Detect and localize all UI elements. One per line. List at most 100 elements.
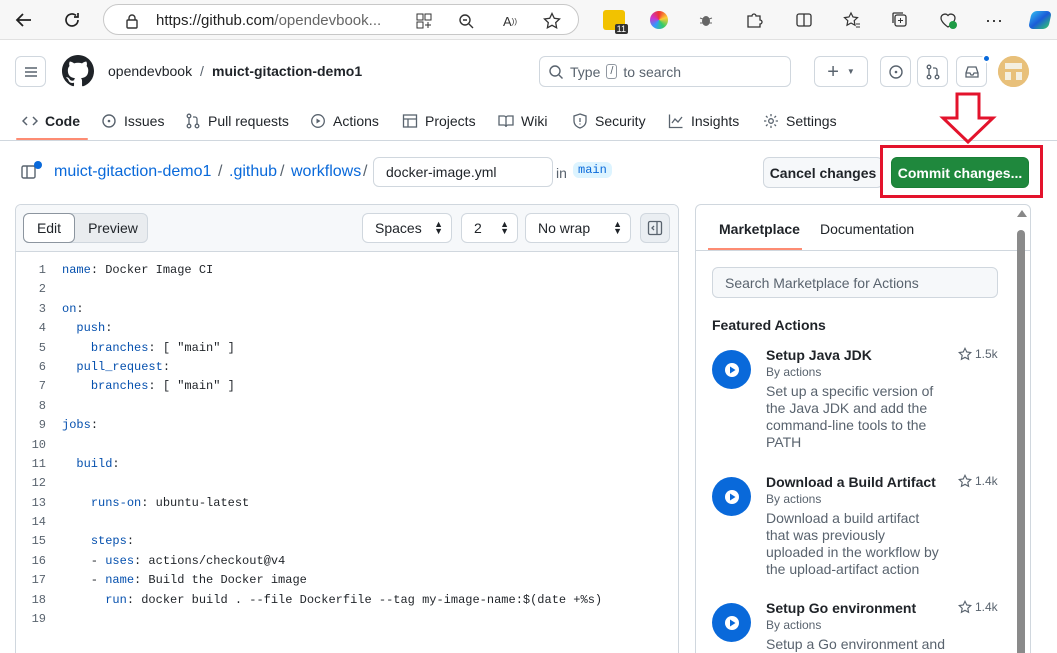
action-stars: 1.4k <box>958 600 998 614</box>
browser-essentials-icon[interactable] <box>934 6 962 34</box>
extensions-puzzle-icon[interactable] <box>740 6 768 34</box>
code-line[interactable]: 15 steps: <box>16 532 678 551</box>
color-wheel-extension-icon[interactable] <box>645 6 673 34</box>
code-line[interactable]: 1 name: Docker Image CI <box>16 261 678 280</box>
sidebar-collapse-icon <box>647 220 663 236</box>
tab-documentation[interactable]: Documentation <box>820 221 914 237</box>
yaml-value: : <box>112 456 120 471</box>
code-line[interactable]: 9 jobs: <box>16 416 678 435</box>
hamburger-menu-button[interactable] <box>15 56 46 87</box>
extension-badge-icon[interactable]: 11 <box>600 6 628 34</box>
path-workflows-dir-link[interactable]: workflows <box>291 163 361 181</box>
code-line[interactable]: 11 build: <box>16 455 678 474</box>
code-line[interactable]: 2 <box>16 280 678 299</box>
code-line[interactable]: 14 <box>16 513 678 532</box>
line-number: 12 <box>31 476 46 491</box>
line-content: name: Docker Image CI <box>62 261 213 280</box>
side-panel-toggle-button[interactable] <box>640 213 670 243</box>
scrollbar-thumb[interactable] <box>1017 230 1025 653</box>
address-bar[interactable]: https://github.com/opendevbook... A)) <box>103 4 579 35</box>
code-line[interactable]: 19 <box>16 610 678 629</box>
code-line[interactable]: 5 branches: [ "main" ] <box>16 339 678 358</box>
split-screen-icon[interactable] <box>790 6 818 34</box>
gear-icon <box>763 113 779 129</box>
indent-mode-select[interactable]: Spaces ▲ ▼ <box>362 213 452 243</box>
code-line[interactable]: 17 - name: Build the Docker image <box>16 571 678 590</box>
path-github-dir-link[interactable]: .github <box>229 163 277 181</box>
path-repo-link[interactable]: muict-gitaction-demo1 <box>54 163 211 181</box>
active-tab-underline <box>16 138 88 140</box>
tab-insights[interactable]: Insights <box>668 109 739 133</box>
more-menu-icon[interactable]: ··· <box>980 6 1008 34</box>
zoom-icon[interactable] <box>456 11 476 31</box>
yaml-key: branches <box>90 379 149 394</box>
code-line[interactable]: 7 branches: [ "main" ] <box>16 377 678 396</box>
indent-size-select[interactable]: 2 ▲ ▼ <box>461 213 518 243</box>
line-content: pull_request: <box>62 358 170 377</box>
select-updown-icon: ▲ ▼ <box>613 219 622 236</box>
yaml-value: : Docker Image CI <box>90 263 214 277</box>
action-play-icon <box>712 603 751 642</box>
avatar[interactable] <box>998 56 1029 87</box>
yaml-key: uses <box>105 553 135 568</box>
read-aloud-icon[interactable]: A)) <box>500 11 520 31</box>
apps-grid-icon[interactable] <box>414 11 434 31</box>
tab-actions[interactable]: Actions <box>310 109 379 133</box>
tab-issues[interactable]: Issues <box>101 109 164 133</box>
action-description: Download a build artifact that was previ… <box>766 510 939 577</box>
action-name[interactable]: Setup Java JDK <box>766 347 872 363</box>
code-icon <box>22 113 38 129</box>
code-line[interactable]: 8 <box>16 397 678 416</box>
breadcrumb-owner[interactable]: opendevbook <box>108 63 192 79</box>
code-line[interactable]: 10 <box>16 436 678 455</box>
tab-code[interactable]: Code <box>22 109 80 133</box>
back-button[interactable] <box>10 6 38 34</box>
code-line[interactable]: 13 runs-on: ubuntu-latest <box>16 494 678 513</box>
line-indent: - <box>62 573 106 588</box>
code-line[interactable]: 4 push: <box>16 319 678 338</box>
issues-button[interactable] <box>880 56 911 87</box>
favorite-star-icon[interactable] <box>542 11 562 31</box>
branch-badge[interactable]: main <box>573 162 612 178</box>
copilot-icon[interactable] <box>1026 6 1054 34</box>
breadcrumb-repo[interactable]: muict-gitaction-demo1 <box>212 63 362 79</box>
code-line[interactable]: 6 pull_request: <box>16 358 678 377</box>
code-lines[interactable]: 1 name: Docker Image CI 2 3 on: 4 push: 5 bran… <box>16 261 678 629</box>
tab-settings[interactable]: Settings <box>763 109 837 133</box>
create-new-button[interactable]: + ▼ <box>814 56 868 87</box>
filename-input[interactable]: docker-image.yml <box>373 157 553 187</box>
tab-security[interactable]: Security <box>572 109 646 133</box>
line-content: branches: [ "main" ] <box>62 339 235 358</box>
refresh-button[interactable] <box>58 6 86 34</box>
edit-tab-button[interactable]: Edit <box>23 213 75 243</box>
star-icon <box>958 347 972 361</box>
tab-wiki[interactable]: Wiki <box>498 109 547 133</box>
tab-projects[interactable]: Projects <box>402 109 476 133</box>
favorites-icon[interactable] <box>838 6 866 34</box>
code-line[interactable]: 18 run: docker build . --file Dockerfile… <box>16 591 678 610</box>
action-name[interactable]: Setup Go environment <box>766 600 916 616</box>
yaml-key: jobs <box>62 418 91 433</box>
code-line[interactable]: 12 <box>16 474 678 493</box>
github-logo-icon[interactable] <box>62 55 95 87</box>
code-line[interactable]: 3 on: <box>16 300 678 319</box>
pull-requests-button[interactable] <box>917 56 948 87</box>
bug-extension-icon[interactable] <box>692 6 720 34</box>
tab-pull-requests[interactable]: Pull requests <box>185 109 289 133</box>
scroll-up-arrow-icon[interactable] <box>1017 210 1027 217</box>
collections-icon[interactable] <box>886 6 914 34</box>
search-input[interactable]: Type / to search <box>539 56 791 87</box>
tab-marketplace[interactable]: Marketplace <box>719 221 800 237</box>
line-content: build: <box>62 455 120 474</box>
page-scrollbar[interactable] <box>1015 210 1027 653</box>
code-line[interactable]: 16 - uses: actions/checkout@v4 <box>16 552 678 571</box>
marketplace-search-input[interactable]: Search Marketplace for Actions <box>712 267 998 298</box>
browser-toolbar: https://github.com/opendevbook... A)) 11 <box>0 0 1057 40</box>
path-separator: / <box>280 163 285 180</box>
cancel-changes-button[interactable]: Cancel changes <box>763 157 883 188</box>
action-name[interactable]: Download a Build Artifact <box>766 474 936 490</box>
wrap-mode-select[interactable]: No wrap ▲ ▼ <box>525 213 631 243</box>
preview-tab-button[interactable]: Preview <box>79 214 147 242</box>
